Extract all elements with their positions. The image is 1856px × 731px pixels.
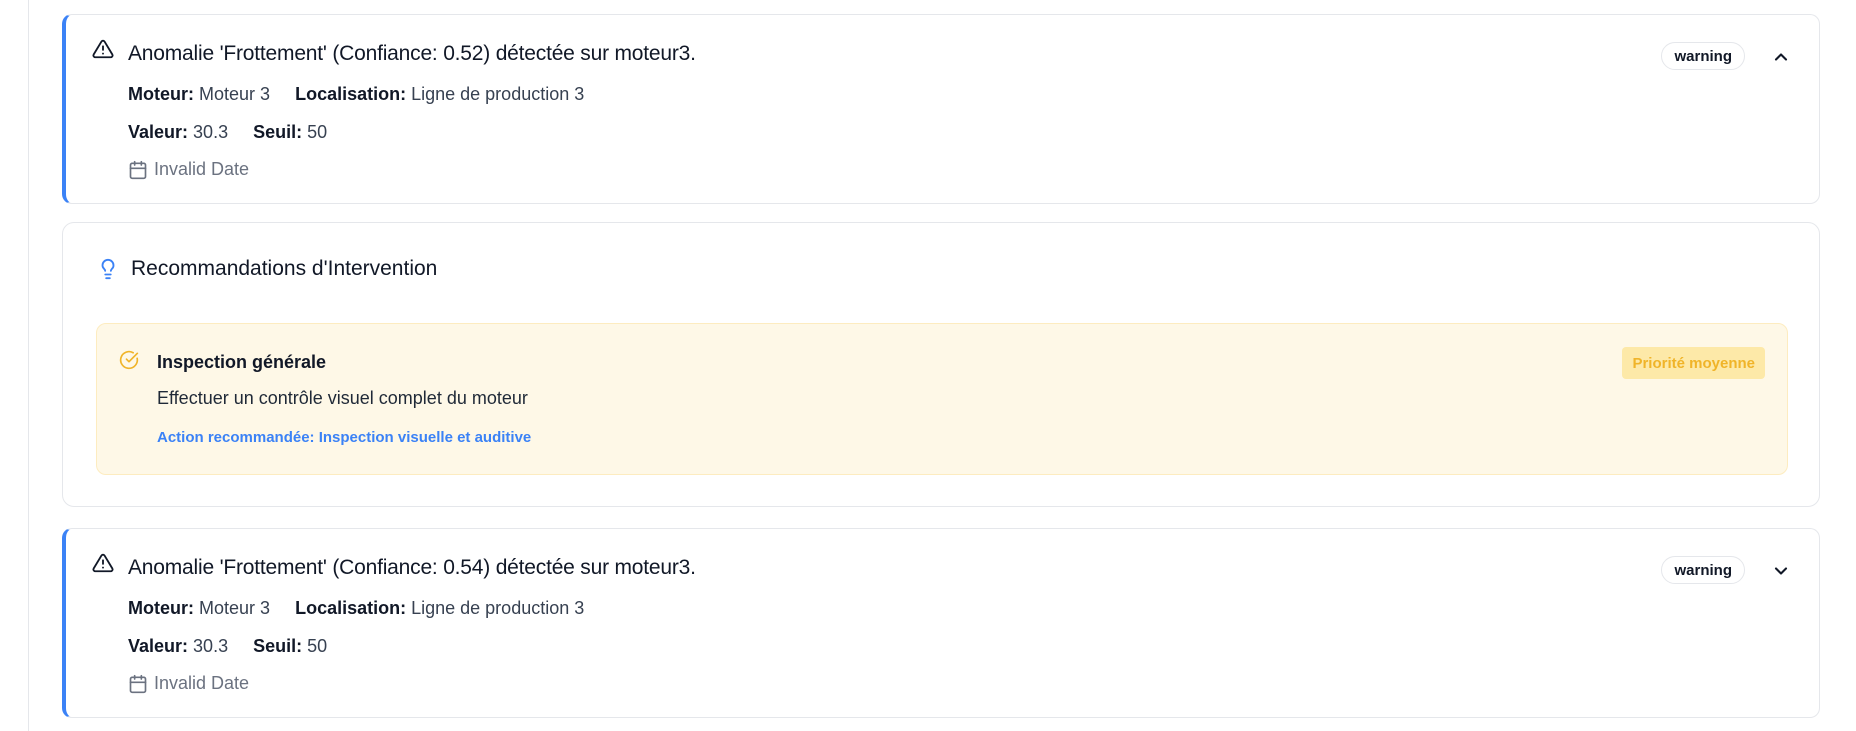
alert-date-text: Invalid Date [154, 673, 250, 693]
location-value: Ligne de production 3 [411, 598, 585, 618]
recommendation-title: Inspection générale [157, 352, 327, 372]
threshold-label: Seuil: [253, 122, 303, 142]
alert-card[interactable]: Anomalie 'Frottement' (Confiance: 0.54) … [62, 528, 1820, 718]
warning-triangle-icon [92, 39, 114, 59]
chevron-down-icon[interactable] [1771, 561, 1791, 581]
alert-meta-value-threshold: Valeur: 30.3 Seuil: 50 [128, 636, 327, 657]
value-label: Valeur: [128, 122, 189, 142]
threshold-value: 50 [307, 636, 328, 656]
alert-card[interactable]: Anomalie 'Frottement' (Confiance: 0.52) … [62, 14, 1820, 204]
motor-label: Moteur: [128, 598, 194, 618]
alert-meta-value-threshold: Valeur: 30.3 Seuil: 50 [128, 122, 327, 143]
value-value: 30.3 [193, 122, 229, 142]
motor-label: Moteur: [128, 84, 194, 104]
alert-date-text: Invalid Date [154, 159, 250, 179]
recommendation-action: Action recommandée: Inspection visuelle … [157, 429, 532, 446]
alert-title: Anomalie 'Frottement' (Confiance: 0.52) … [128, 42, 696, 65]
value-label: Valeur: [128, 636, 189, 656]
recommendation-description: Effectuer un contrôle visuel complet du … [157, 388, 528, 408]
priority-badge: Priorité moyenne [1622, 347, 1765, 379]
chevron-up-icon[interactable] [1771, 47, 1791, 67]
lightbulb-icon [101, 259, 115, 280]
motor-value: Moteur 3 [199, 598, 271, 618]
recommendations-title: Recommandations d'Intervention [131, 257, 438, 280]
recommendations-header: Recommandations d'Intervention [97, 256, 437, 282]
alert-meta-motor-location: Moteur: Moteur 3 Localisation: Ligne de … [128, 84, 584, 105]
alert-meta-motor-location: Moteur: Moteur 3 Localisation: Ligne de … [128, 598, 584, 619]
motor-value: Moteur 3 [199, 84, 271, 104]
alert-date: Invalid Date [128, 159, 249, 180]
threshold-label: Seuil: [253, 636, 303, 656]
severity-badge: warning [1661, 556, 1745, 584]
location-label: Localisation: [295, 84, 407, 104]
severity-badge: warning [1661, 42, 1745, 70]
threshold-value: 50 [307, 122, 328, 142]
recommendations-panel: Recommandations d'Intervention Inspectio… [62, 222, 1820, 507]
recommendation-item: Inspection générale Effectuer un contrôl… [96, 323, 1788, 475]
location-value: Ligne de production 3 [411, 84, 585, 104]
calendar-icon [129, 674, 147, 693]
check-circle-icon [119, 350, 139, 370]
page-divider [28, 0, 29, 731]
alert-title: Anomalie 'Frottement' (Confiance: 0.54) … [128, 556, 696, 579]
value-value: 30.3 [193, 636, 229, 656]
calendar-icon [129, 160, 147, 179]
warning-triangle-icon [92, 553, 114, 573]
location-label: Localisation: [295, 598, 407, 618]
alert-date: Invalid Date [128, 673, 249, 694]
